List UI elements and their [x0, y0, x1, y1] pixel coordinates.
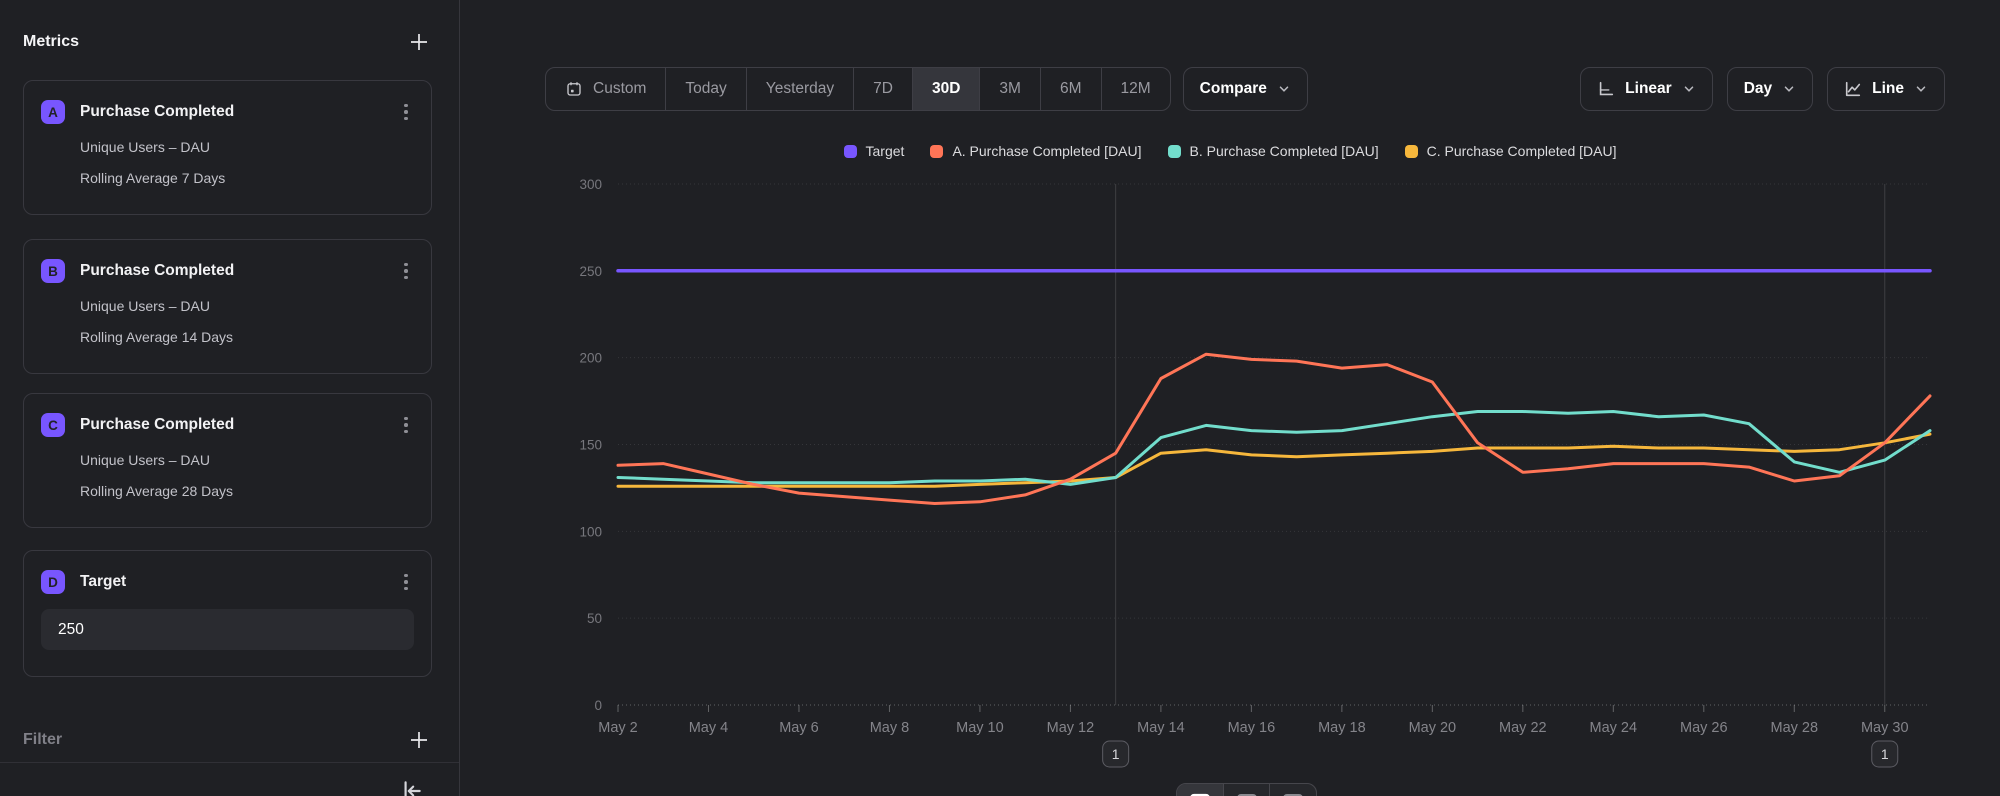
annotation-badge-label: 1 [1881, 746, 1889, 762]
combined-panel-icon [1281, 792, 1305, 796]
x-axis-label: May 22 [1499, 720, 1547, 736]
filter-title: Filter [23, 731, 62, 749]
x-axis-label: May 8 [870, 720, 910, 736]
chart-canvas[interactable]: 0 50 100 150 200 250 300 May 2 May 4 May 6 May 8 Ma… [460, 130, 2000, 796]
metric-rolling: Rolling Average 7 Days [80, 170, 414, 186]
x-axis-label: May 12 [1047, 720, 1095, 736]
y-axis-label: 150 [579, 438, 602, 453]
collapse-sidebar-icon[interactable] [398, 778, 424, 796]
line-chart-icon [1844, 80, 1862, 98]
sidebar-divider [0, 762, 459, 763]
metric-card-b[interactable]: B Purchase Completed Unique Users – DAU … [23, 239, 432, 374]
x-axis-label: May 28 [1770, 720, 1818, 736]
y-axis-label: 0 [594, 698, 602, 713]
add-metric-icon[interactable] [407, 30, 431, 54]
linear-scale-icon [1597, 80, 1615, 98]
metrics-title: Metrics [23, 33, 79, 51]
chart-toolbar: Custom Today Yesterday 7D 30D 3M 6M 12M … [545, 66, 1945, 112]
x-axis-label: May 18 [1318, 720, 1366, 736]
metric-measure: Unique Users – DAU [80, 139, 414, 155]
x-axis-label: May 30 [1861, 720, 1909, 736]
compare-button[interactable]: Compare [1183, 67, 1308, 111]
y-axis-label: 200 [579, 351, 602, 366]
metric-title: Purchase Completed [80, 103, 398, 121]
kebab-menu-icon[interactable] [398, 259, 414, 283]
chevron-down-icon [1682, 82, 1696, 96]
metrics-sidebar: Metrics A Purchase Completed Unique User… [0, 0, 460, 796]
x-axis-label: May 16 [1228, 720, 1276, 736]
metrics-header: Metrics [23, 30, 431, 54]
series-line-a[interactable] [618, 354, 1930, 503]
x-axis-label: May 6 [779, 720, 819, 736]
metric-measure: Unique Users – DAU [80, 298, 414, 314]
range-today[interactable]: Today [666, 68, 746, 110]
target-value-input[interactable] [41, 609, 414, 650]
filter-header: Filter [23, 728, 431, 752]
x-axis-label: May 20 [1409, 720, 1457, 736]
x-axis-label: May 2 [598, 720, 638, 736]
range-30d[interactable]: 30D [913, 68, 980, 110]
interval-button[interactable]: Day [1727, 67, 1813, 111]
view-toggle-group [1176, 783, 1317, 796]
metric-title: Purchase Completed [80, 416, 398, 434]
metric-badge-d: D [41, 570, 65, 594]
y-axis-label: 50 [587, 611, 602, 626]
x-axis-label: May 10 [956, 720, 1004, 736]
view-chart-button[interactable] [1177, 784, 1224, 796]
target-card[interactable]: D Target [23, 550, 432, 677]
calendar-icon [565, 80, 583, 98]
add-filter-icon[interactable] [407, 728, 431, 752]
range-custom[interactable]: Custom [546, 68, 666, 110]
metric-badge-b: B [41, 259, 65, 283]
y-axis-label: 100 [579, 524, 602, 539]
range-6m[interactable]: 6M [1041, 68, 1102, 110]
metric-title: Purchase Completed [80, 262, 398, 280]
view-table-button[interactable] [1224, 784, 1271, 796]
metric-card-a[interactable]: A Purchase Completed Unique Users – DAU … [23, 80, 432, 215]
x-axis-label: May 26 [1680, 720, 1728, 736]
chart-type-button[interactable]: Line [1827, 67, 1945, 111]
kebab-menu-icon[interactable] [398, 570, 414, 594]
range-12m[interactable]: 12M [1102, 68, 1170, 110]
series-line-c[interactable] [618, 434, 1930, 486]
range-yesterday[interactable]: Yesterday [747, 68, 854, 110]
table-panel-icon [1235, 792, 1259, 796]
chevron-down-icon [1277, 82, 1291, 96]
metric-rolling: Rolling Average 28 Days [80, 483, 414, 499]
metric-card-c[interactable]: C Purchase Completed Unique Users – DAU … [23, 393, 432, 528]
chevron-down-icon [1914, 82, 1928, 96]
kebab-menu-icon[interactable] [398, 413, 414, 437]
line-chart[interactable]: 0 50 100 150 200 250 300 May 2 May 4 May 6 May 8 Ma… [460, 130, 2000, 796]
metric-measure: Unique Users – DAU [80, 452, 414, 468]
chart-panel-icon [1188, 792, 1212, 796]
x-axis-label: May 24 [1590, 720, 1638, 736]
x-axis-label: May 14 [1137, 720, 1185, 736]
y-axis-label: 300 [579, 177, 602, 192]
scale-button[interactable]: Linear [1580, 67, 1713, 111]
view-both-button[interactable] [1270, 784, 1316, 796]
annotation-badge-label: 1 [1112, 746, 1120, 762]
target-title: Target [80, 573, 398, 591]
range-7d[interactable]: 7D [854, 68, 913, 110]
date-range-group: Custom Today Yesterday 7D 30D 3M 6M 12M [545, 67, 1171, 111]
y-axis-label: 250 [579, 264, 602, 279]
x-axis-label: May 4 [689, 720, 729, 736]
kebab-menu-icon[interactable] [398, 100, 414, 124]
metric-badge-a: A [41, 100, 65, 124]
metric-badge-c: C [41, 413, 65, 437]
chevron-down-icon [1782, 82, 1796, 96]
range-3m[interactable]: 3M [980, 68, 1041, 110]
metric-rolling: Rolling Average 14 Days [80, 329, 414, 345]
